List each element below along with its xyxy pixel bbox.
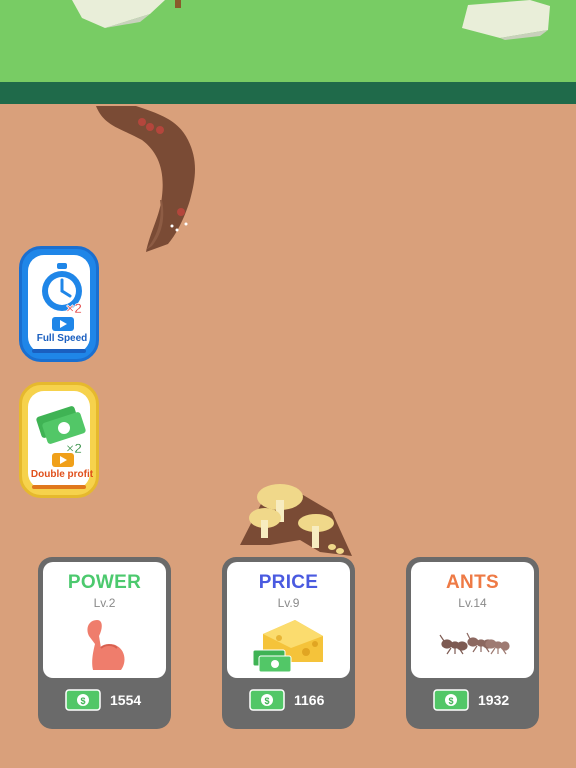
mushroom-mound — [240, 484, 352, 556]
rock-right — [462, 0, 550, 40]
price-cost: $ 1166 — [222, 682, 355, 718]
ants-icon — [439, 632, 510, 655]
full-speed-label: Full Speed — [36, 333, 88, 344]
muscle-arm-icon — [87, 620, 125, 670]
play-video-icon — [52, 453, 74, 467]
cash-icon: $ — [433, 689, 469, 711]
card-body: POWER Lv.2 — [43, 562, 166, 678]
cheese-cash-icon — [252, 620, 323, 673]
power-cost-value: 1554 — [110, 692, 142, 708]
profit-progress-bar — [32, 485, 86, 489]
stopwatch-icon: ×2 — [42, 263, 83, 316]
ants-cost: $ 1932 — [406, 682, 539, 718]
svg-text:$: $ — [448, 696, 453, 706]
svg-text:$: $ — [264, 696, 269, 706]
boost-panel: ×2 Double profit — [28, 391, 93, 489]
double-profit-boost-button[interactable]: ×2 Double profit — [19, 382, 99, 498]
power-level: Lv.2 — [93, 596, 116, 610]
power-cost: $ 1554 — [38, 682, 171, 718]
card-body: ANTS Lv.14 — [411, 562, 534, 678]
cash-icon: $ — [249, 689, 285, 711]
card-body: PRICE Lv.9 — [227, 562, 350, 678]
speed-progress-bar — [32, 349, 86, 353]
svg-text:$: $ — [80, 696, 85, 706]
ant-tunnel — [96, 106, 195, 252]
power-title: POWER — [67, 572, 142, 593]
ants-level: Lv.14 — [458, 596, 487, 610]
full-speed-boost-button[interactable]: ×2 Full Speed — [19, 246, 99, 362]
price-title: PRICE — [258, 572, 319, 593]
boost-panel: ×2 Full Speed — [28, 255, 90, 353]
double-profit-label: Double profit — [30, 469, 94, 480]
play-video-icon — [52, 317, 74, 331]
rock-left — [72, 0, 165, 28]
price-level: Lv.9 — [277, 596, 300, 610]
price-cost-value: 1166 — [294, 692, 325, 708]
ants-cost-value: 1932 — [478, 692, 510, 708]
ants-title: ANTS — [446, 572, 499, 593]
ants-upgrade-card[interactable]: ANTS Lv.14 $ 1932 — [406, 557, 539, 729]
cash-stack-icon: ×2 — [36, 406, 86, 456]
price-upgrade-card[interactable]: PRICE Lv.9 $ 1166 — [222, 557, 355, 729]
cash-icon: $ — [65, 689, 101, 711]
speed-multiplier: ×2 — [66, 300, 82, 316]
stick — [175, 0, 181, 8]
power-upgrade-card[interactable]: POWER Lv.2 $ 1554 — [38, 557, 171, 729]
